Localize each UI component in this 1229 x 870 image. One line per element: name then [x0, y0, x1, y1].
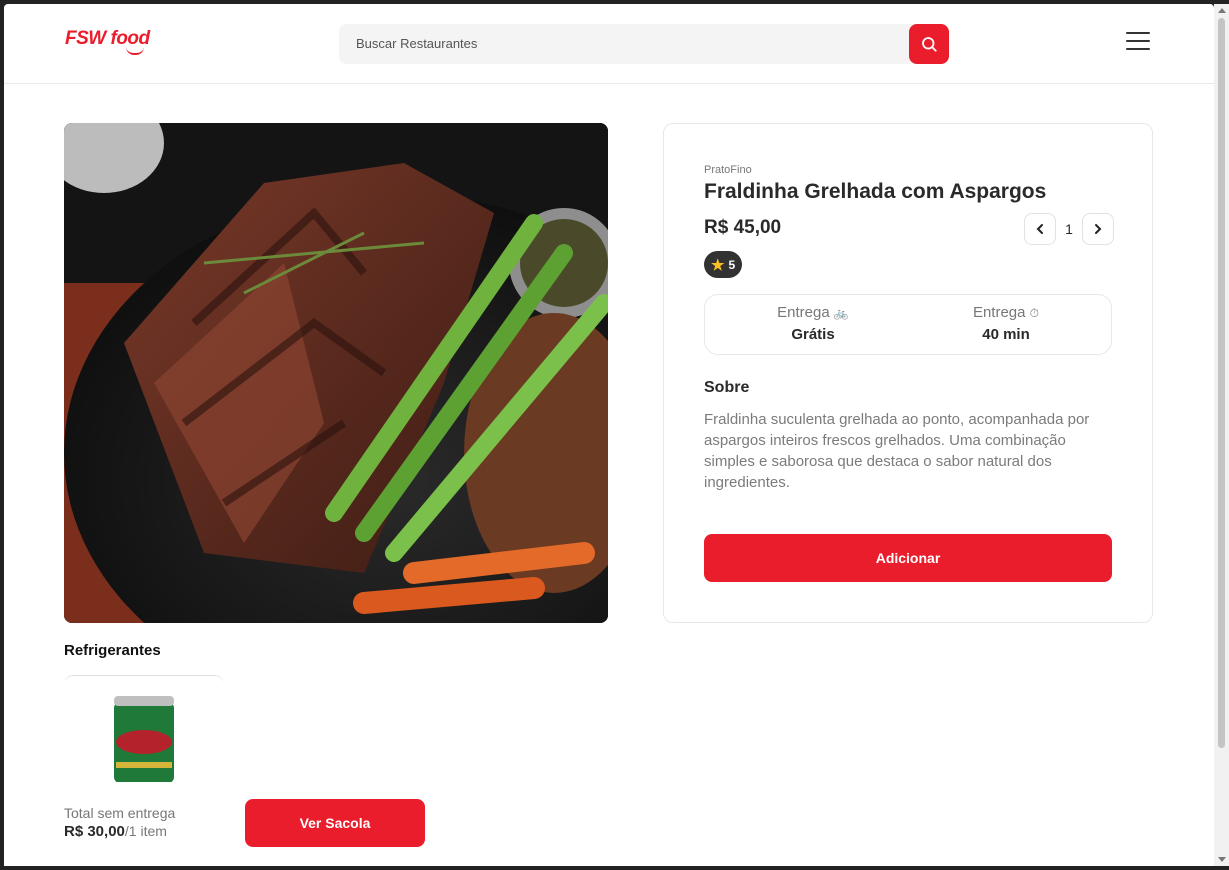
product-image — [64, 123, 608, 623]
restaurant-name[interactable]: PratoFino — [704, 164, 752, 176]
product-title: Fraldinha Grelhada com Aspargos — [704, 180, 1047, 203]
increase-quantity-button[interactable] — [1082, 213, 1114, 245]
view-bag-button[interactable]: Ver Sacola — [245, 799, 425, 847]
delivery-fee: Entrega 🚲 Grátis — [713, 304, 913, 343]
section-title: Refrigerantes — [64, 642, 161, 659]
chevron-right-icon — [1095, 224, 1102, 234]
decrease-quantity-button[interactable] — [1024, 213, 1056, 245]
total-label: Total sem entrega — [64, 805, 176, 821]
search-button[interactable] — [909, 24, 949, 64]
search-bar[interactable]: Buscar Restaurantes — [339, 24, 949, 64]
scroll-thumb[interactable] — [1218, 18, 1225, 748]
delivery-fee-label: Entrega — [777, 304, 830, 321]
guarana-can-photo — [64, 676, 224, 782]
items-count: /1 item — [124, 823, 167, 839]
quantity-value: 1 — [1065, 221, 1073, 237]
chevron-left-icon — [1036, 224, 1043, 234]
search-input[interactable]: Buscar Restaurantes — [356, 36, 477, 51]
product-card-thumbnail[interactable] — [64, 675, 224, 782]
total-value: R$ 30,00 — [64, 823, 125, 840]
quantity-stepper: 1 — [1024, 213, 1114, 245]
delivery-time-value: 40 min — [982, 326, 1030, 343]
search-icon — [922, 37, 937, 52]
scroll-up-icon[interactable] — [1218, 8, 1226, 13]
logo-smile-icon — [126, 47, 144, 55]
grilled-steak-with-asparagus-photo — [64, 123, 608, 623]
add-to-cart-button[interactable]: Adicionar — [704, 534, 1112, 582]
about-title: Sobre — [704, 379, 750, 396]
product-details-card: PratoFino Fraldinha Grelhada com Aspargo… — [663, 123, 1153, 623]
header: FSW food Buscar Restaurantes — [4, 4, 1214, 84]
scrollbar[interactable] — [1214, 4, 1229, 866]
timer-icon: ⏱ — [1029, 306, 1040, 320]
star-icon: ★ — [711, 256, 725, 274]
about-text: Fraldinha suculenta grelhada ao ponto, a… — [704, 411, 1090, 491]
bike-icon: 🚲 — [833, 306, 849, 320]
browser-window: FSW food Buscar Restaurantes PratoFino F… — [4, 4, 1214, 866]
rating-badge: ★ 5 — [704, 251, 743, 278]
total-summary: R$ 30,00/1 item — [64, 823, 167, 840]
delivery-time: Entrega ⏱ 40 min — [906, 304, 1106, 343]
rating-value: 5 — [728, 257, 736, 272]
delivery-fee-value: Grátis — [791, 326, 835, 343]
product-price: R$ 45,00 — [704, 217, 782, 238]
menu-icon[interactable] — [1126, 32, 1150, 52]
scroll-down-icon[interactable] — [1218, 857, 1226, 862]
delivery-time-label: Entrega — [972, 304, 1026, 321]
delivery-info: Entrega 🚲 Grátis Entrega ⏱ 40 min — [704, 294, 1112, 355]
